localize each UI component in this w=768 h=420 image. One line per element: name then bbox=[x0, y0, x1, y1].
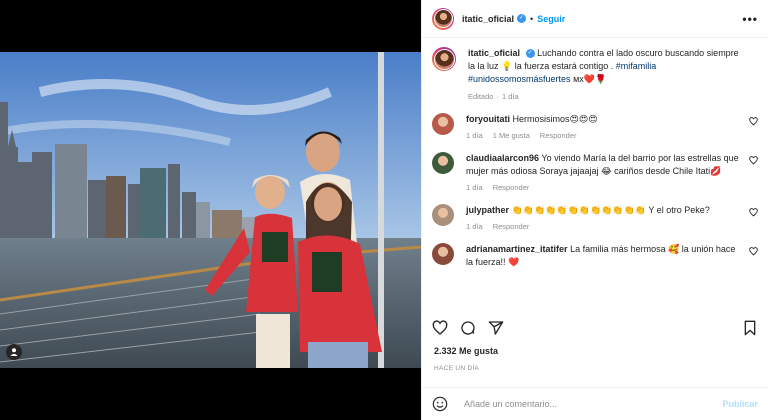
comment-avatar[interactable] bbox=[432, 113, 454, 135]
verified-badge-icon: ✓ bbox=[517, 14, 527, 23]
caption-body: itatic_oficial ✓ Luchando contra el lado… bbox=[468, 47, 758, 103]
comment-meta: 1 día Responder bbox=[466, 220, 740, 233]
comment-username[interactable]: claudiaalarcon96 bbox=[466, 153, 539, 163]
comment-icon[interactable] bbox=[460, 320, 476, 336]
media-panel bbox=[0, 0, 421, 420]
publish-button[interactable]: Publicar bbox=[722, 399, 758, 409]
bookmark-icon[interactable] bbox=[742, 320, 758, 336]
comment-body: julypather 👏👏👏👏👏👏👏👏👏👏👏👏 Y el otro Peke? 1… bbox=[466, 204, 758, 233]
more-options-icon[interactable]: ••• bbox=[742, 12, 758, 26]
caption-suffix: ᴍx❤️🌹 bbox=[570, 74, 607, 84]
caption-time: 1 día bbox=[501, 92, 519, 101]
post-sidebar: itatic_oficial ✓ • Seguir ••• itatic_ofi… bbox=[421, 0, 768, 420]
comment-text: 👏👏👏👏👏👏👏👏👏👏👏👏 Y el otro Peke? bbox=[511, 205, 710, 215]
separator-dot: • bbox=[530, 13, 534, 24]
comment-text: Hermosisimos😍😍😍 bbox=[512, 114, 598, 124]
paper-plane-icon[interactable] bbox=[488, 320, 504, 336]
comment-body: adrianamartinez_itatifer La familia más … bbox=[466, 243, 758, 269]
add-comment-bar: Publicar bbox=[422, 387, 768, 420]
likes-count[interactable]: 2.332 Me gusta bbox=[434, 346, 498, 356]
caption-avatar[interactable] bbox=[432, 47, 456, 71]
post-date[interactable]: HACE UN DÍA bbox=[434, 365, 479, 372]
edited-label: Editado bbox=[468, 92, 494, 101]
comment-like-heart-icon[interactable] bbox=[749, 117, 758, 126]
comment-time: 1 día bbox=[466, 183, 483, 192]
comment-container: foryouitati Hermosisimos😍😍😍 1 día 1 Me gus… bbox=[432, 113, 758, 269]
comment-avatar[interactable] bbox=[432, 204, 454, 226]
comment-item: adrianamartinez_itatifer La familia más … bbox=[432, 243, 758, 269]
verified-badge-icon: ✓ bbox=[525, 49, 535, 59]
comment-input[interactable] bbox=[464, 399, 723, 409]
instagram-post-modal: itatic_oficial ✓ • Seguir ••• itatic_ofi… bbox=[0, 0, 768, 420]
emoji-icon[interactable] bbox=[432, 396, 448, 412]
comment-body: foryouitati Hermosisimos😍😍😍 1 día 1 Me gus… bbox=[466, 113, 758, 142]
comment-item: foryouitati Hermosisimos😍😍😍 1 día 1 Me gus… bbox=[432, 113, 758, 142]
comment-meta: 1 día 1 Me gusta Responder bbox=[466, 129, 740, 142]
caption-username[interactable]: itatic_oficial bbox=[468, 48, 520, 58]
comment-like-heart-icon[interactable] bbox=[749, 208, 758, 217]
follow-button[interactable]: Seguir bbox=[537, 14, 565, 24]
comment-item: claudiaalarcon96 Yo viendo María la del … bbox=[432, 152, 758, 194]
comment-time: 1 día bbox=[466, 131, 483, 140]
comment-meta: 1 día Responder bbox=[466, 181, 740, 194]
heart-icon[interactable] bbox=[432, 320, 448, 336]
comment-username[interactable]: foryouitati bbox=[466, 114, 510, 124]
dot-separator: · bbox=[496, 92, 499, 101]
reply-button[interactable]: Responder bbox=[493, 222, 530, 231]
comment-like-heart-icon[interactable] bbox=[749, 156, 758, 165]
comment-body: claudiaalarcon96 Yo viendo María la del … bbox=[466, 152, 758, 194]
comment-avatar[interactable] bbox=[432, 152, 454, 174]
action-bar bbox=[422, 314, 768, 342]
post-header: itatic_oficial ✓ • Seguir ••• bbox=[422, 0, 768, 38]
caption-meta: Editado · 1 día bbox=[468, 90, 740, 103]
caption: itatic_oficial ✓ Luchando contra el lado… bbox=[432, 47, 758, 103]
comment-item: julypather 👏👏👏👏👏👏👏👏👏👏👏👏 Y el otro Peke? 1… bbox=[432, 204, 758, 233]
comment-like-heart-icon[interactable] bbox=[749, 247, 758, 256]
post-photo[interactable] bbox=[0, 52, 421, 368]
comment-username[interactable]: julypather bbox=[466, 205, 509, 215]
comment-avatar[interactable] bbox=[432, 243, 454, 265]
header-username[interactable]: itatic_oficial bbox=[462, 14, 514, 24]
reply-button[interactable]: Responder bbox=[493, 183, 530, 192]
comment-time: 1 día bbox=[466, 222, 483, 231]
comments-list[interactable]: itatic_oficial ✓ Luchando contra el lado… bbox=[422, 39, 768, 307]
comment-likes[interactable]: 1 Me gusta bbox=[493, 131, 530, 140]
tagged-users-icon[interactable] bbox=[6, 344, 22, 360]
reply-button[interactable]: Responder bbox=[540, 131, 577, 140]
comment-username[interactable]: adrianamartinez_itatifer bbox=[466, 244, 568, 254]
avatar[interactable] bbox=[432, 7, 454, 30]
